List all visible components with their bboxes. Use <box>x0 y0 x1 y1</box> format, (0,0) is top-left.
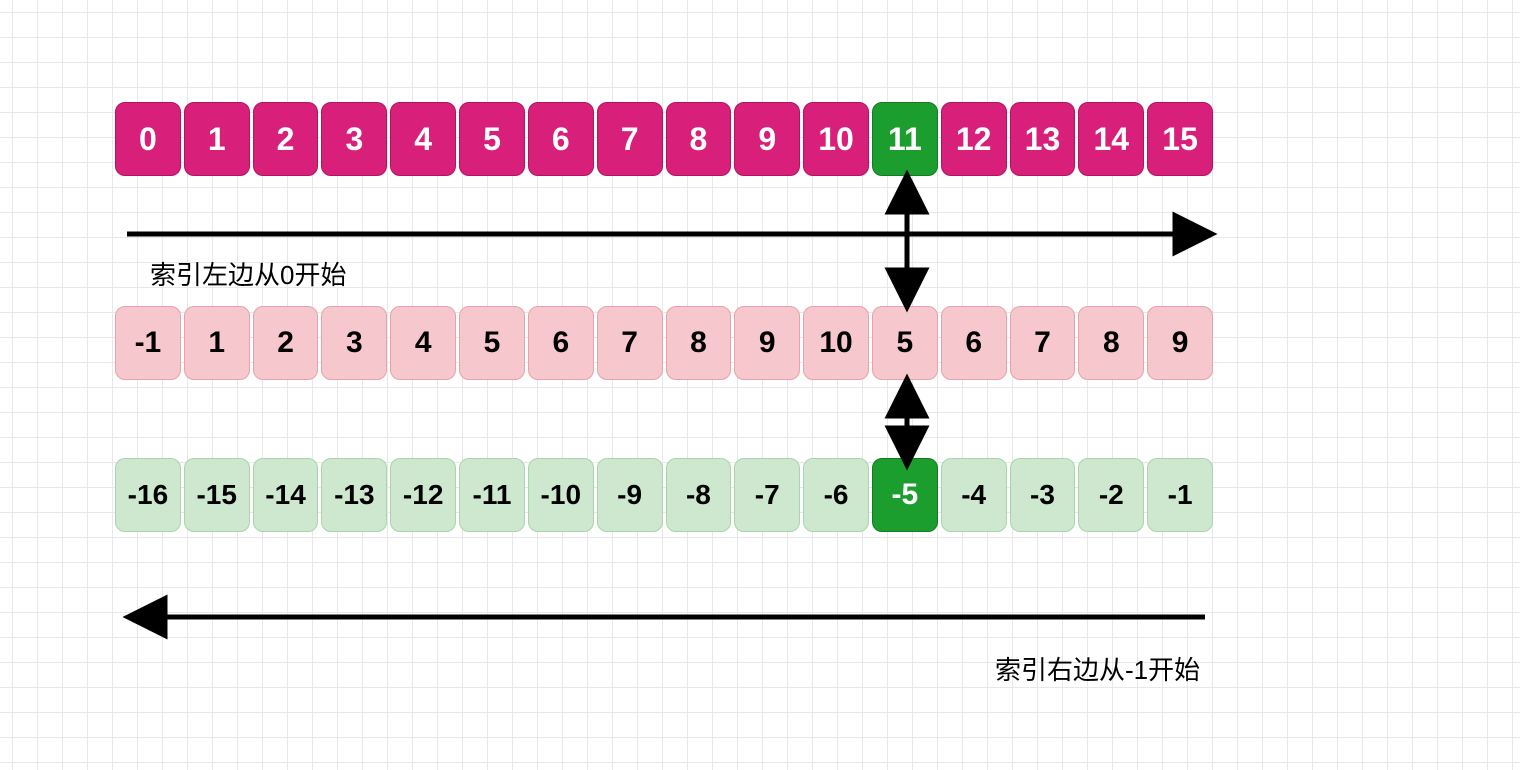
cell-val-8: 8 <box>666 306 732 380</box>
cell-val-9: 9 <box>734 306 800 380</box>
cell-neg-0: -16 <box>115 458 181 532</box>
label-left-index-start: 索引左边从0开始 <box>150 255 346 292</box>
cell-pos-0: 0 <box>115 102 181 176</box>
cell-val-6: 6 <box>528 306 594 380</box>
cell-neg-8: -8 <box>666 458 732 532</box>
cell-neg-12: -4 <box>941 458 1007 532</box>
cell-neg-1: -15 <box>184 458 250 532</box>
cell-val-7: 7 <box>597 306 663 380</box>
cell-pos-1: 1 <box>184 102 250 176</box>
cell-neg-3: -13 <box>321 458 387 532</box>
label-right-index-start: 索引右边从-1开始 <box>995 650 1200 687</box>
cell-pos-3: 3 <box>321 102 387 176</box>
cell-pos-11-highlight: 11 <box>872 102 938 176</box>
cell-pos-5: 5 <box>459 102 525 176</box>
cell-pos-7: 7 <box>597 102 663 176</box>
cell-neg-7: -9 <box>597 458 663 532</box>
row-positive-indices: 0 1 2 3 4 5 6 7 8 9 10 11 12 13 14 15 <box>115 102 1213 176</box>
cell-val-13: 7 <box>1010 306 1076 380</box>
diagram-container: 0 1 2 3 4 5 6 7 8 9 10 11 12 13 14 15 -1… <box>115 102 1213 532</box>
cell-neg-2: -14 <box>253 458 319 532</box>
cell-pos-12: 12 <box>941 102 1007 176</box>
cell-neg-14: -2 <box>1078 458 1144 532</box>
cell-val-15: 9 <box>1147 306 1213 380</box>
cell-val-10: 10 <box>803 306 869 380</box>
row-negative-indices: -16 -15 -14 -13 -12 -11 -10 -9 -8 -7 -6 … <box>115 458 1213 532</box>
cell-pos-4: 4 <box>390 102 456 176</box>
cell-pos-10: 10 <box>803 102 869 176</box>
cell-val-3: 3 <box>321 306 387 380</box>
cell-neg-11-highlight: -5 <box>872 458 938 532</box>
cell-val-1: 1 <box>184 306 250 380</box>
cell-neg-9: -7 <box>734 458 800 532</box>
cell-val-4: 4 <box>390 306 456 380</box>
cell-pos-2: 2 <box>253 102 319 176</box>
cell-pos-9: 9 <box>734 102 800 176</box>
cell-val-5: 5 <box>459 306 525 380</box>
cell-pos-14: 14 <box>1078 102 1144 176</box>
cell-val-0: -1 <box>115 306 181 380</box>
cell-neg-5: -11 <box>459 458 525 532</box>
cell-pos-6: 6 <box>528 102 594 176</box>
cell-val-12: 6 <box>941 306 1007 380</box>
cell-val-11: 5 <box>872 306 938 380</box>
row-values: -1 1 2 3 4 5 6 7 8 9 10 5 6 7 8 9 <box>115 306 1213 380</box>
cell-val-2: 2 <box>253 306 319 380</box>
cell-neg-6: -10 <box>528 458 594 532</box>
cell-val-14: 8 <box>1078 306 1144 380</box>
cell-neg-13: -3 <box>1010 458 1076 532</box>
cell-pos-8: 8 <box>666 102 732 176</box>
cell-neg-4: -12 <box>390 458 456 532</box>
cell-neg-15: -1 <box>1147 458 1213 532</box>
cell-pos-15: 15 <box>1147 102 1213 176</box>
cell-neg-10: -6 <box>803 458 869 532</box>
cell-pos-13: 13 <box>1010 102 1076 176</box>
